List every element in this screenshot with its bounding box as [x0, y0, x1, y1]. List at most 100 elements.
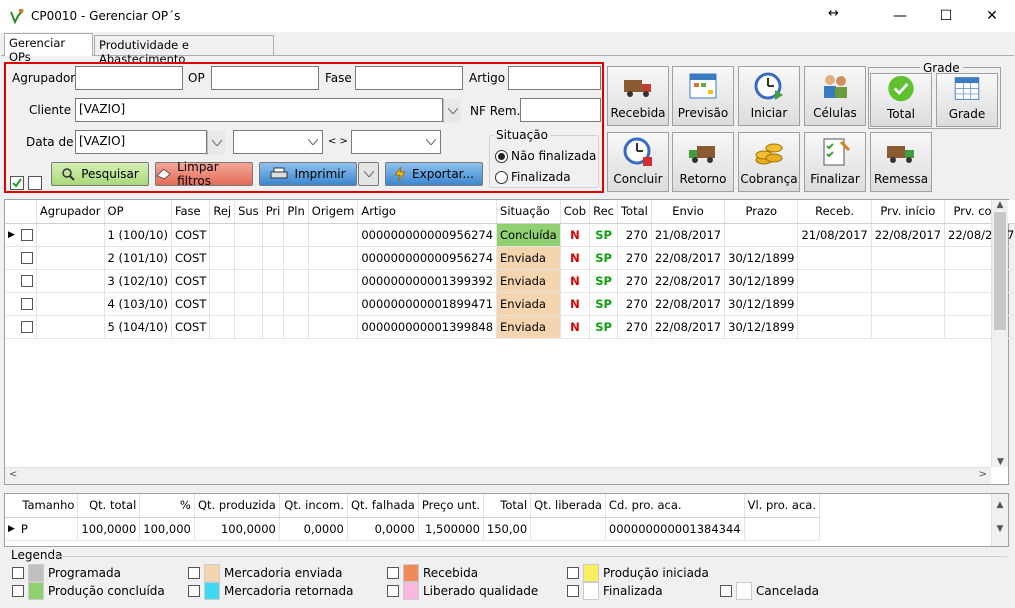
cell-rec[interactable]: SP: [589, 269, 618, 293]
row-checkbox[interactable]: [17, 269, 37, 293]
cell-qt-total[interactable]: 100,0000: [77, 517, 141, 541]
grade-button[interactable]: Grade: [936, 73, 998, 127]
cell-cob[interactable]: N: [560, 269, 591, 293]
cell-fase[interactable]: COST: [171, 223, 211, 247]
legend-checkbox[interactable]: [387, 567, 399, 579]
exportar-button[interactable]: Exportar...: [385, 162, 483, 186]
row-checkbox[interactable]: [17, 246, 37, 270]
cell-agrupador[interactable]: [36, 223, 105, 247]
cell-receb[interactable]: [797, 269, 872, 293]
cell-op[interactable]: 1 (100/10): [104, 223, 172, 247]
cell-envio[interactable]: 22/08/2017: [651, 246, 726, 270]
cell-situacao[interactable]: Enviada: [496, 246, 561, 270]
chevron-down-icon[interactable]: [422, 131, 440, 153]
minimize-button[interactable]: —: [877, 0, 923, 32]
cell-tamanho[interactable]: P: [17, 517, 79, 541]
col-header[interactable]: Cob: [560, 200, 591, 224]
table-row[interactable]: ▶ 1 (100/10) COST 000000000000956274 Concluí…: [5, 223, 1015, 247]
cell-prazo[interactable]: [724, 223, 799, 247]
cell-rec[interactable]: SP: [589, 292, 618, 316]
cell-pri[interactable]: [262, 269, 285, 293]
vertical-scrollbar[interactable]: ▲ ▼: [991, 494, 1008, 546]
cell-total[interactable]: 270: [617, 315, 652, 339]
cell-pri[interactable]: [262, 223, 285, 247]
cell-rec[interactable]: SP: [589, 246, 618, 270]
cell-cob[interactable]: N: [560, 315, 591, 339]
col-header[interactable]: Qt. incom.: [279, 494, 348, 518]
row-checkbox-box[interactable]: [20, 252, 33, 264]
iniciar-button[interactable]: Iniciar: [738, 66, 800, 126]
legend-checkbox[interactable]: [567, 567, 579, 579]
pesquisar-button[interactable]: Pesquisar: [51, 162, 149, 186]
row-checkbox[interactable]: [17, 223, 37, 247]
cell-qt-produzida[interactable]: 100,0000: [194, 517, 280, 541]
col-header[interactable]: Origem: [308, 200, 359, 224]
cell-prv-inicio[interactable]: [871, 315, 946, 339]
cell-situacao[interactable]: Enviada: [496, 315, 561, 339]
cell-cob[interactable]: N: [560, 223, 591, 247]
cell-qt-falhada[interactable]: 0,0000: [347, 517, 419, 541]
scroll-up-icon[interactable]: ▲: [992, 500, 1008, 510]
data-combo[interactable]: [VAZIO]: [75, 130, 207, 154]
table-row[interactable]: 2 (101/10) COST 000000000000956274 Enviada N…: [5, 246, 1015, 270]
sizes-grid[interactable]: Tamanho Qt. total % Qt. produzida Qt. in…: [4, 493, 1009, 547]
cell-receb[interactable]: [797, 292, 872, 316]
cell-sus[interactable]: [234, 223, 263, 247]
cell-total[interactable]: 150,00: [483, 517, 532, 541]
cell-pri[interactable]: [262, 246, 285, 270]
legend-checkbox[interactable]: [188, 585, 200, 597]
col-header[interactable]: Agrupador: [36, 200, 105, 224]
cell-origem[interactable]: [308, 246, 359, 270]
agrupador-input[interactable]: [75, 66, 183, 90]
cell-situacao[interactable]: Enviada: [496, 269, 561, 293]
col-header[interactable]: %: [139, 494, 195, 518]
cell-qt-incom[interactable]: 0,0000: [279, 517, 348, 541]
col-header[interactable]: Tamanho: [17, 494, 79, 518]
cell-preco-unt[interactable]: 1,500000: [418, 517, 484, 541]
cell-cd-pro-aca[interactable]: 000000000001384344: [605, 517, 745, 541]
scroll-right-icon[interactable]: >: [979, 469, 987, 480]
cell-sus[interactable]: [234, 315, 263, 339]
col-header[interactable]: Prv. início: [871, 200, 946, 224]
cell-origem[interactable]: [308, 292, 359, 316]
chevron-down-icon[interactable]: [443, 99, 461, 123]
cell-artigo[interactable]: 000000000001399392: [357, 269, 498, 293]
legend-checkbox[interactable]: [12, 567, 24, 579]
radio-nao-finalizada[interactable]: Não finalizada: [495, 149, 596, 163]
concluir-button[interactable]: Concluir: [607, 132, 669, 192]
cliente-combo[interactable]: [VAZIO]: [75, 98, 443, 122]
cell-prv-inicio[interactable]: 22/08/2017: [871, 223, 946, 247]
horizontal-scrollbar[interactable]: < >: [5, 467, 991, 484]
scroll-up-icon[interactable]: ▲: [992, 200, 1008, 210]
col-header[interactable]: Qt. total: [77, 494, 141, 518]
cell-artigo[interactable]: 000000000001899471: [357, 292, 498, 316]
col-header[interactable]: Qt. produzida: [194, 494, 280, 518]
cell-fase[interactable]: COST: [171, 315, 211, 339]
remessa-button[interactable]: Remessa: [870, 132, 932, 192]
cell-artigo[interactable]: 000000000000956274: [357, 246, 498, 270]
vertical-scrollbar[interactable]: ▲ ▼: [991, 200, 1008, 467]
col-header[interactable]: Vl. pro. aca.: [744, 494, 821, 518]
col-header[interactable]: Receb.: [797, 200, 872, 224]
cell-fase[interactable]: COST: [171, 292, 211, 316]
row-checkbox-box[interactable]: [20, 298, 33, 310]
cell-agrupador[interactable]: [36, 315, 105, 339]
tab-gerenciar-ops[interactable]: Gerenciar OPs: [4, 33, 93, 64]
artigo-input[interactable]: [508, 66, 601, 90]
imprimir-button[interactable]: Imprimir: [259, 162, 357, 186]
cell-fase[interactable]: COST: [171, 246, 211, 270]
chevron-down-icon[interactable]: [207, 131, 225, 155]
col-header[interactable]: OP: [104, 200, 172, 224]
cell-agrupador[interactable]: [36, 246, 105, 270]
legend-checkbox[interactable]: [387, 585, 399, 597]
cell-envio[interactable]: 22/08/2017: [651, 269, 726, 293]
row-checkbox-box[interactable]: [20, 321, 33, 333]
table-row[interactable]: 4 (103/10) COST 000000000001899471 Enviada N…: [5, 292, 1015, 316]
cell-envio[interactable]: 21/08/2017: [651, 223, 726, 247]
cell-rec[interactable]: SP: [589, 315, 618, 339]
nfrem-input[interactable]: [520, 98, 601, 122]
col-header[interactable]: Rec: [589, 200, 618, 224]
cell-rej[interactable]: [209, 292, 236, 316]
cell-rej[interactable]: [209, 269, 236, 293]
close-button[interactable]: ✕: [969, 0, 1015, 32]
